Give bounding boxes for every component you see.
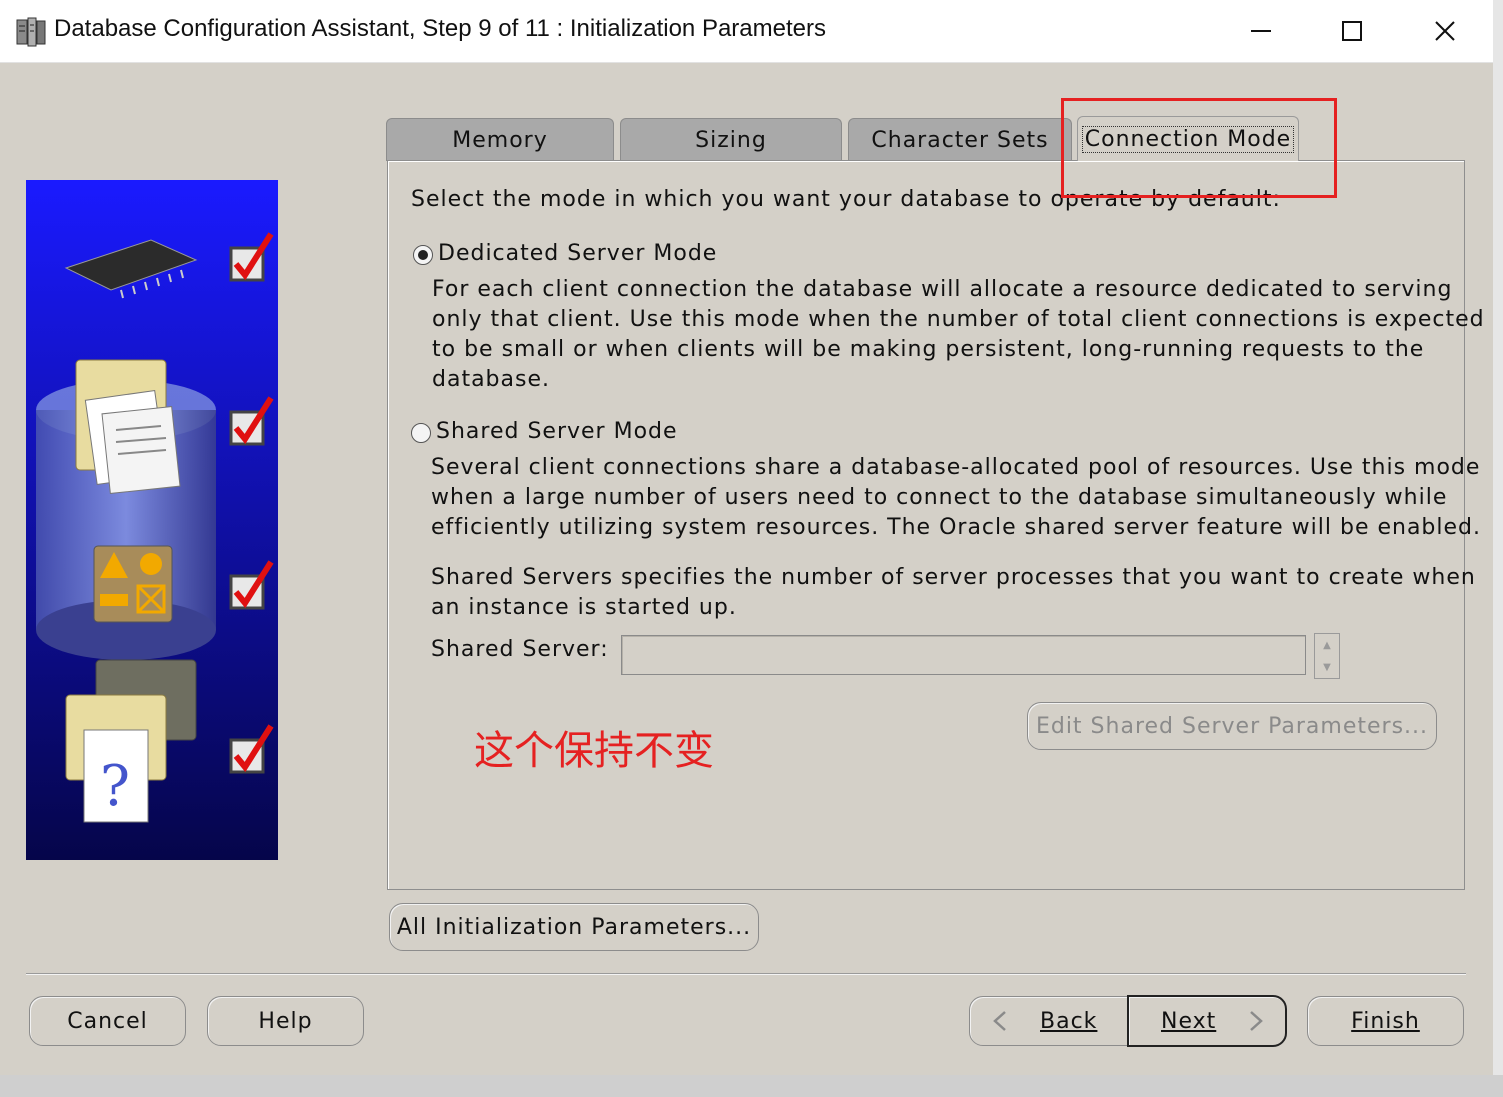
- next-button[interactable]: Next: [1127, 995, 1287, 1047]
- minimize-button[interactable]: [1236, 10, 1286, 52]
- background-window-edge-bottom: [0, 1075, 1503, 1097]
- shared-server-spinner[interactable]: ▲ ▼: [1314, 633, 1340, 679]
- dedicated-server-radio[interactable]: [413, 245, 433, 265]
- back-button-label: Back: [1040, 1009, 1097, 1034]
- svg-text:?: ?: [100, 754, 130, 819]
- minimize-icon: [1251, 30, 1271, 32]
- shapes-icon: [93, 545, 173, 623]
- app-icon: [16, 17, 46, 47]
- description-line: when a large number of users need to con…: [431, 485, 1448, 510]
- shared-server-field-label: Shared Server:: [431, 637, 609, 662]
- shared-servers-help: Shared Servers specifies the number of s…: [431, 563, 1476, 623]
- window-title: Database Configuration Assistant, Step 9…: [54, 15, 826, 42]
- close-button[interactable]: [1420, 10, 1470, 52]
- shared-server-radio[interactable]: [411, 423, 431, 443]
- help-button[interactable]: Help: [207, 996, 364, 1046]
- annotation-text: 这个保持不变: [474, 728, 714, 774]
- cancel-button[interactable]: Cancel: [29, 996, 186, 1046]
- back-label-text: Back: [1040, 1008, 1098, 1034]
- description-line: efficiently utilizing system resources. …: [431, 515, 1482, 540]
- spinner-down-icon[interactable]: ▼: [1315, 656, 1339, 678]
- maximize-icon: [1342, 21, 1362, 41]
- description-line: only that client. Use this mode when the…: [432, 307, 1485, 332]
- finish-button[interactable]: Finish: [1307, 996, 1464, 1046]
- tab-memory[interactable]: Memory: [386, 118, 614, 161]
- shared-server-input[interactable]: [621, 635, 1306, 675]
- edit-shared-server-parameters-button[interactable]: Edit Shared Server Parameters...: [1027, 702, 1437, 750]
- tab-sizing[interactable]: Sizing: [620, 118, 842, 161]
- next-button-label: Next: [1161, 1009, 1216, 1034]
- back-button[interactable]: Back: [969, 996, 1129, 1046]
- description-line: database.: [432, 367, 550, 392]
- shared-server-label[interactable]: Shared Server Mode: [436, 419, 678, 444]
- finish-label-text: Finish: [1351, 1008, 1420, 1034]
- title-bar: Database Configuration Assistant, Step 9…: [0, 0, 1493, 63]
- background-window-edge: [1493, 0, 1503, 1097]
- chevron-left-icon: [993, 1011, 1006, 1031]
- wizard-progress-image: ?: [26, 180, 278, 860]
- description-line: For each client connection the database …: [432, 277, 1453, 302]
- tab-character-sets[interactable]: Character Sets: [848, 118, 1072, 161]
- shared-server-description: Several client connections share a datab…: [431, 453, 1481, 543]
- footer-separator: [26, 973, 1466, 975]
- close-icon: [1435, 21, 1455, 41]
- description-line: Several client connections share a datab…: [431, 455, 1481, 480]
- help-line: an instance is started up.: [431, 595, 737, 620]
- maximize-button[interactable]: [1327, 10, 1377, 52]
- next-label-text: Next: [1161, 1008, 1217, 1034]
- red-highlight-box: [1061, 98, 1337, 198]
- all-initialization-parameters-button[interactable]: All Initialization Parameters...: [389, 903, 759, 951]
- dedicated-server-description: For each client connection the database …: [432, 275, 1485, 395]
- help-line: Shared Servers specifies the number of s…: [431, 565, 1476, 590]
- spinner-up-icon[interactable]: ▲: [1315, 634, 1339, 656]
- chevron-right-icon: [1250, 1011, 1264, 1031]
- dedicated-server-label[interactable]: Dedicated Server Mode: [438, 241, 717, 266]
- description-line: to be small or when clients will be maki…: [432, 337, 1425, 362]
